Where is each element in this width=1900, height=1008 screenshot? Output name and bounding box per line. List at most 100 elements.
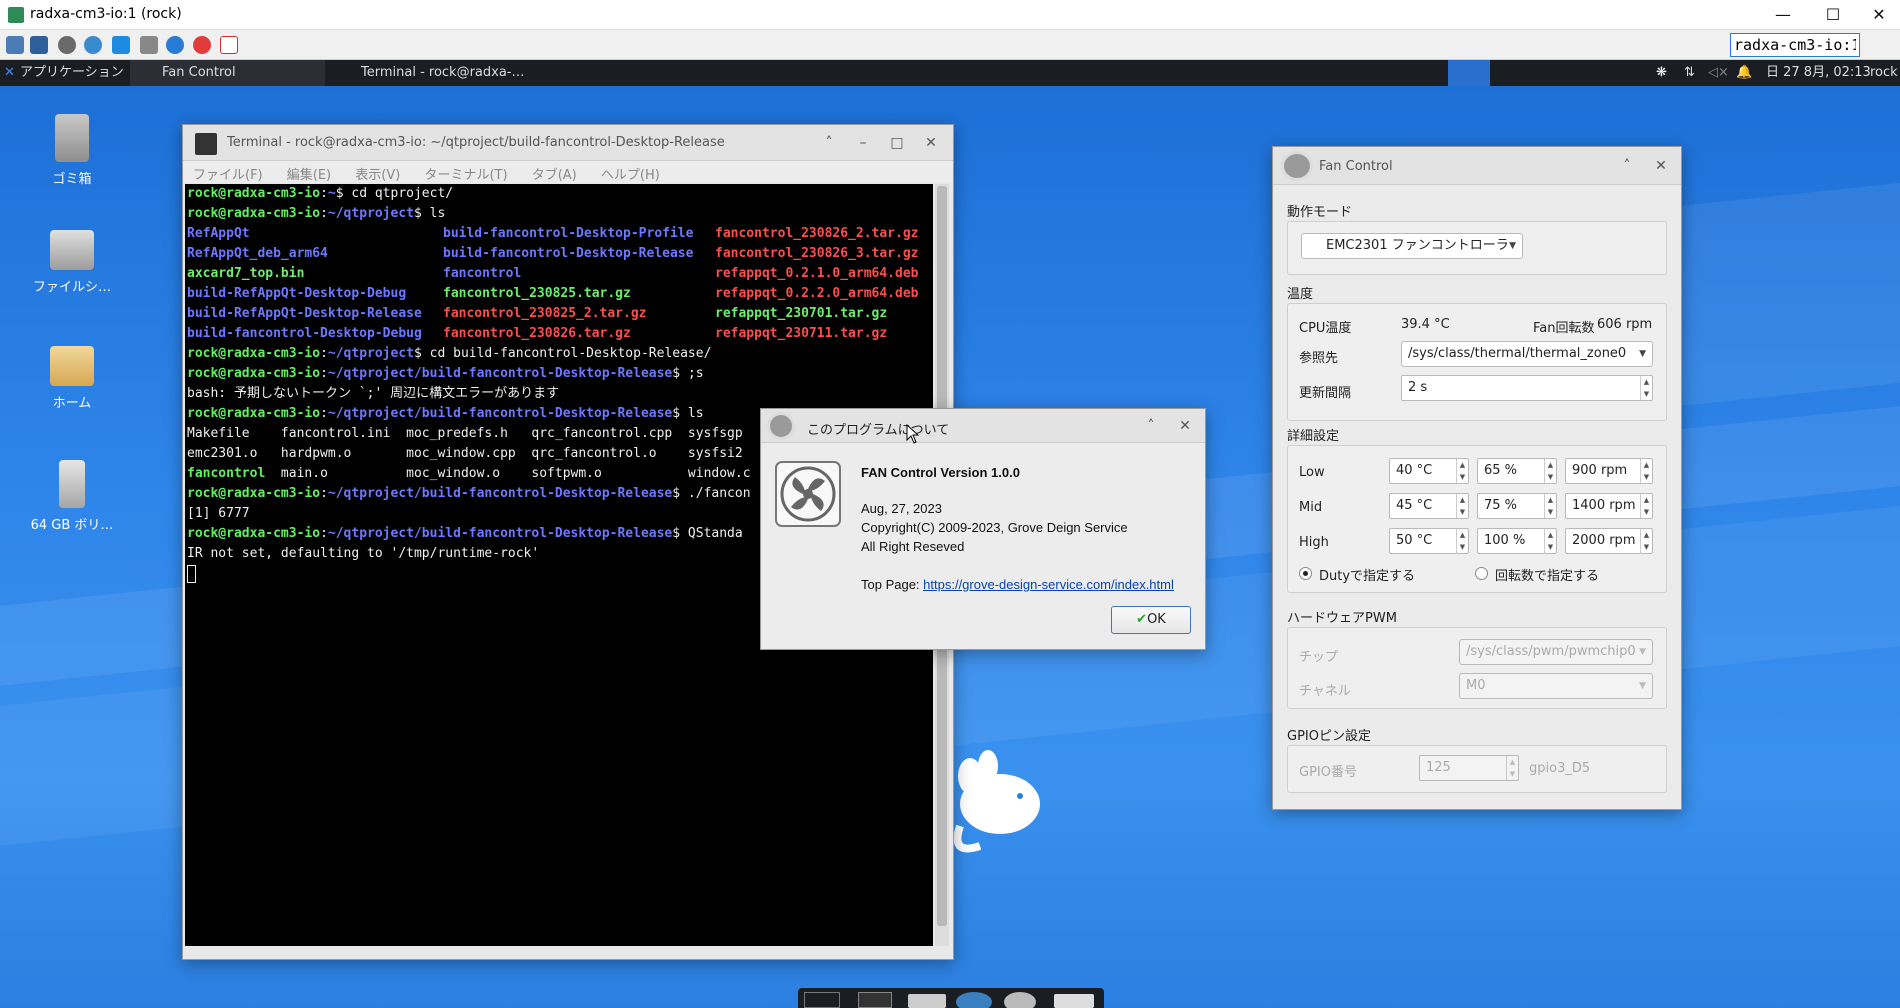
- about-link[interactable]: https://grove-design-service.com/index.h…: [923, 577, 1174, 592]
- channel-select[interactable]: M0 ▼: [1459, 673, 1653, 699]
- radio-rpm-label[interactable]: 回転数で指定する: [1495, 565, 1599, 584]
- low-rpm-spinbox[interactable]: 900 rpm ▲ ▼: [1565, 458, 1653, 484]
- file-manager-icon[interactable]: [908, 994, 946, 1008]
- workspace-switcher[interactable]: [1448, 60, 1490, 86]
- options-icon[interactable]: [6, 36, 24, 54]
- radio-duty-label[interactable]: Dutyで指定する: [1319, 565, 1415, 584]
- top-panel: ✕ アプリケーション Fan Control Terminal - rock@r…: [0, 60, 1900, 86]
- desktop-icon-home[interactable]: ホーム: [22, 346, 122, 411]
- window-close-button[interactable]: ✕: [921, 133, 941, 153]
- app-finder-icon[interactable]: [1004, 992, 1036, 1008]
- terminal-ls-row: RefAppQt build-fancontrol-Desktop-Profile…: [187, 226, 919, 241]
- window-shade-button[interactable]: ˄: [819, 133, 839, 153]
- xfce-menu-icon[interactable]: ✕: [4, 60, 15, 86]
- transfer-icon[interactable]: [220, 36, 238, 54]
- chip-value: /sys/class/pwm/pwmchip0: [1466, 644, 1636, 659]
- vnc-host-input[interactable]: [1730, 33, 1860, 57]
- user-menu[interactable]: rock: [1870, 60, 1898, 86]
- low-duty-spinbox[interactable]: 65 % ▲ ▼: [1477, 458, 1557, 484]
- info-icon[interactable]: [166, 36, 184, 54]
- high-rpm-spinbox[interactable]: 2000 rpm ▲ ▼: [1565, 528, 1653, 554]
- maximize-button[interactable]: ☐: [1810, 0, 1856, 30]
- terminal-icon: [195, 133, 217, 155]
- network-icon[interactable]: ⇅: [1684, 60, 1695, 86]
- radio-duty[interactable]: [1299, 567, 1312, 580]
- ok-button[interactable]: ✔OK: [1111, 606, 1191, 634]
- fan-control-window[interactable]: Fan Control ˄ ✕ 動作モード EMC2301 ファンコントローラ ▼…: [1272, 146, 1682, 810]
- spin-arrows-icon[interactable]: ▲ ▼: [1640, 376, 1652, 400]
- close-button[interactable]: ✕: [1856, 0, 1900, 30]
- mode-select-value: EMC2301 ファンコントローラ: [1326, 238, 1509, 253]
- bottom-dock: [798, 988, 1104, 1008]
- about-rights: All Right Reseved: [861, 539, 965, 554]
- gpio-name: gpio3_D5: [1529, 761, 1591, 776]
- gear-icon[interactable]: [58, 36, 76, 54]
- menu-file[interactable]: ファイル(F): [183, 161, 273, 183]
- menu-view[interactable]: 表示(V): [345, 161, 410, 183]
- terminal-titlebar[interactable]: Terminal - rock@radxa-cm3-io: ~/qtprojec…: [183, 125, 953, 161]
- show-desktop-icon[interactable]: [804, 992, 840, 1008]
- terminal-ls-row: build-RefAppQt-Desktop-Debug fancontrol_2…: [187, 286, 919, 301]
- disconnect-icon[interactable]: [193, 36, 211, 54]
- row-low-label: Low: [1299, 465, 1325, 480]
- gpio-num-spinbox[interactable]: 125 ▲ ▼: [1419, 755, 1519, 781]
- mode-select[interactable]: EMC2301 ファンコントローラ ▼: [1301, 233, 1523, 259]
- low-temp-spinbox[interactable]: 40 °C ▲ ▼: [1389, 458, 1469, 484]
- clock[interactable]: 日 27 8月, 02:13: [1766, 60, 1871, 86]
- row-mid-label: Mid: [1299, 500, 1323, 515]
- chevron-down-icon: ▼: [1509, 241, 1516, 251]
- mid-duty-spinbox[interactable]: 75 % ▲ ▼: [1477, 493, 1557, 519]
- hwpwm-group-label: ハードウェアPWM: [1287, 611, 1397, 626]
- web-browser-icon[interactable]: [956, 992, 992, 1008]
- cpu-temp-label: CPU温度: [1299, 321, 1352, 336]
- vnc-app-icon: [8, 7, 24, 23]
- about-dialog[interactable]: このプログラムについて ˄ ✕ FAN Control Version 1.0.…: [760, 408, 1206, 650]
- window-shade-button[interactable]: ˄: [1141, 416, 1161, 436]
- terminal-line: rock@radxa-cm3-io:~/qtproject$ ls: [187, 206, 446, 221]
- terminal-menubar: ファイル(F) 編集(E) 表示(V) ターミナル(T) タブ(A) ヘルプ(H…: [183, 161, 953, 183]
- terminal-line: bash: 予期しないトークン `;' 周辺に構文エラーがあります: [187, 386, 560, 401]
- radio-rpm[interactable]: [1475, 567, 1488, 580]
- menu-help[interactable]: ヘルプ(H): [591, 161, 670, 183]
- mid-rpm-spinbox[interactable]: 1400 rpm ▲ ▼: [1565, 493, 1653, 519]
- minimize-button[interactable]: —: [1760, 0, 1806, 30]
- terminal-launcher-icon[interactable]: [858, 992, 892, 1008]
- chevron-down-icon: ▼: [1639, 349, 1646, 359]
- desktop-icon-trash[interactable]: ゴミ箱: [22, 114, 122, 187]
- folder-icon[interactable]: [1054, 994, 1094, 1008]
- window-close-button[interactable]: ✕: [1651, 156, 1671, 176]
- interval-spinbox[interactable]: 2 s ▲ ▼: [1401, 375, 1653, 401]
- task-fan-control[interactable]: Fan Control: [130, 60, 325, 86]
- high-duty-spinbox[interactable]: 100 % ▲ ▼: [1477, 528, 1557, 554]
- about-date: Aug, 27, 2023: [861, 501, 942, 516]
- thermal-zone-select[interactable]: /sys/class/thermal/thermal_zone0 ▼: [1401, 341, 1653, 367]
- window-shade-button[interactable]: ˄: [1617, 156, 1637, 176]
- fan-control-titlebar[interactable]: Fan Control ˄ ✕: [1273, 147, 1681, 185]
- home-folder-icon: [50, 346, 94, 386]
- gpio-group-label: GPIOピン設定: [1287, 729, 1371, 744]
- fullscreen-icon[interactable]: [30, 36, 48, 54]
- task-terminal[interactable]: Terminal - rock@radxa-…: [335, 60, 535, 86]
- window-close-button[interactable]: ✕: [1175, 416, 1195, 436]
- notification-bell-icon[interactable]: 🔔: [1736, 60, 1752, 86]
- cpu-temp-value: 39.4 °C: [1401, 317, 1450, 332]
- chip-select[interactable]: /sys/class/pwm/pwmchip0 ▼: [1459, 639, 1653, 665]
- terminal-ls-row: RefAppQt_deb_arm64 build-fancontrol-Deskt…: [187, 246, 919, 261]
- mid-temp-spinbox[interactable]: 45 °C ▲ ▼: [1389, 493, 1469, 519]
- fan-tray-icon[interactable]: ❋: [1656, 60, 1667, 86]
- applications-menu[interactable]: アプリケーション: [20, 60, 124, 86]
- desktop-icon-usb[interactable]: 64 GB ボリ…: [22, 460, 122, 533]
- menu-edit[interactable]: 編集(E): [277, 161, 341, 183]
- menu-terminal[interactable]: ターミナル(T): [414, 161, 517, 183]
- fan-app-icon: [1281, 151, 1313, 181]
- high-temp-spinbox[interactable]: 50 °C ▲ ▼: [1389, 528, 1469, 554]
- volume-muted-icon[interactable]: ◁×: [1708, 60, 1729, 86]
- refresh-icon[interactable]: [84, 36, 102, 54]
- desktop-icon-filesystem[interactable]: ファイルシ…: [22, 230, 122, 295]
- windows-key-icon[interactable]: [112, 36, 130, 54]
- menu-tabs[interactable]: タブ(A): [522, 161, 587, 183]
- about-titlebar[interactable]: このプログラムについて ˄ ✕: [761, 409, 1205, 443]
- window-minimize-button[interactable]: –: [853, 133, 873, 153]
- ctrl-alt-del-icon[interactable]: [140, 36, 158, 54]
- window-maximize-button[interactable]: □: [887, 133, 907, 153]
